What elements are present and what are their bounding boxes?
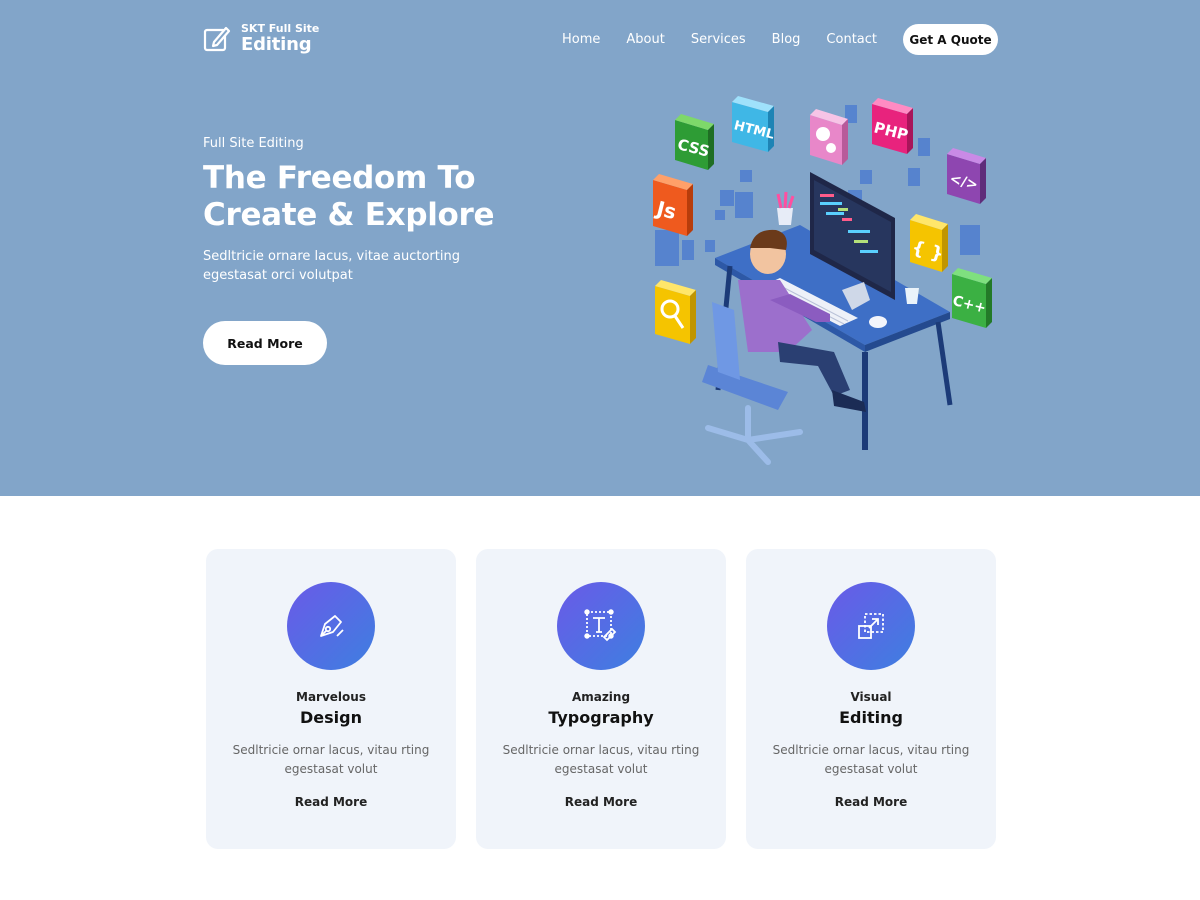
tile-php: PHP <box>872 98 913 154</box>
hero-section: SKT Full Site Editing Home About Service… <box>0 0 1200 496</box>
typography-icon <box>584 609 617 642</box>
tile-code: </> <box>947 148 986 204</box>
feature-read-more-link[interactable]: Read More <box>295 795 368 809</box>
hero-description: Sedltricie ornare lacus, vitae auctortin… <box>203 249 460 283</box>
resize-icon <box>858 613 884 639</box>
feature-icon-circle <box>287 582 375 670</box>
hero-eyebrow: Full Site Editing <box>203 136 304 151</box>
tile-gears <box>810 109 848 165</box>
features-section: Marvelous Design Sedltricie ornar lacus,… <box>206 549 996 849</box>
main-nav: Home About Services Blog Contact Get A Q… <box>562 24 998 55</box>
feature-description: Sedltricie ornar lacus, vitau rting eges… <box>502 743 700 776</box>
feature-read-more-link[interactable]: Read More <box>565 795 638 809</box>
feature-card: Marvelous Design Sedltricie ornar lacus,… <box>206 549 456 849</box>
tile-braces: { } <box>910 214 948 272</box>
tile-cpp: C++ <box>951 268 992 328</box>
nav-services[interactable]: Services <box>691 24 746 55</box>
feature-subtitle: Amazing <box>571 690 631 704</box>
tile-css: CSS <box>675 114 714 170</box>
tile-html: HTML <box>732 96 776 152</box>
feature-icon-circle <box>557 582 645 670</box>
site-logo[interactable]: SKT Full Site Editing <box>203 22 319 55</box>
edit-icon <box>203 26 231 51</box>
nav-about[interactable]: About <box>626 24 664 55</box>
hero-read-more-button[interactable]: Read More <box>203 321 327 365</box>
tile-js: Js <box>652 174 693 236</box>
nav-blog[interactable]: Blog <box>772 24 801 55</box>
feature-title: Design <box>300 708 362 727</box>
feature-description: Sedltricie ornar lacus, vitau rting eges… <box>772 743 970 776</box>
hero-title: The Freedom To Create & Explore <box>203 160 495 233</box>
feature-subtitle: Marvelous <box>296 690 366 704</box>
tile-search <box>655 280 696 344</box>
feature-description: Sedltricie ornar lacus, vitau rting eges… <box>232 743 430 776</box>
feature-icon-circle <box>827 582 915 670</box>
nav-home[interactable]: Home <box>562 24 600 55</box>
get-quote-button[interactable]: Get A Quote <box>903 24 998 55</box>
feature-title: Editing <box>839 708 903 727</box>
logo-title: Editing <box>241 34 312 55</box>
feature-subtitle: Visual <box>850 690 892 704</box>
feature-card: Visual Editing Sedltricie ornar lacus, v… <box>746 549 996 849</box>
nav-contact[interactable]: Contact <box>826 24 877 55</box>
feature-read-more-link[interactable]: Read More <box>835 795 908 809</box>
feature-title: Typography <box>548 708 654 727</box>
pen-nib-icon <box>320 615 344 637</box>
developer-illustration: CSS HTML PHP </> Js {} C++ <box>652 96 992 465</box>
feature-card: Amazing Typography Sedltricie ornar lacu… <box>476 549 726 849</box>
